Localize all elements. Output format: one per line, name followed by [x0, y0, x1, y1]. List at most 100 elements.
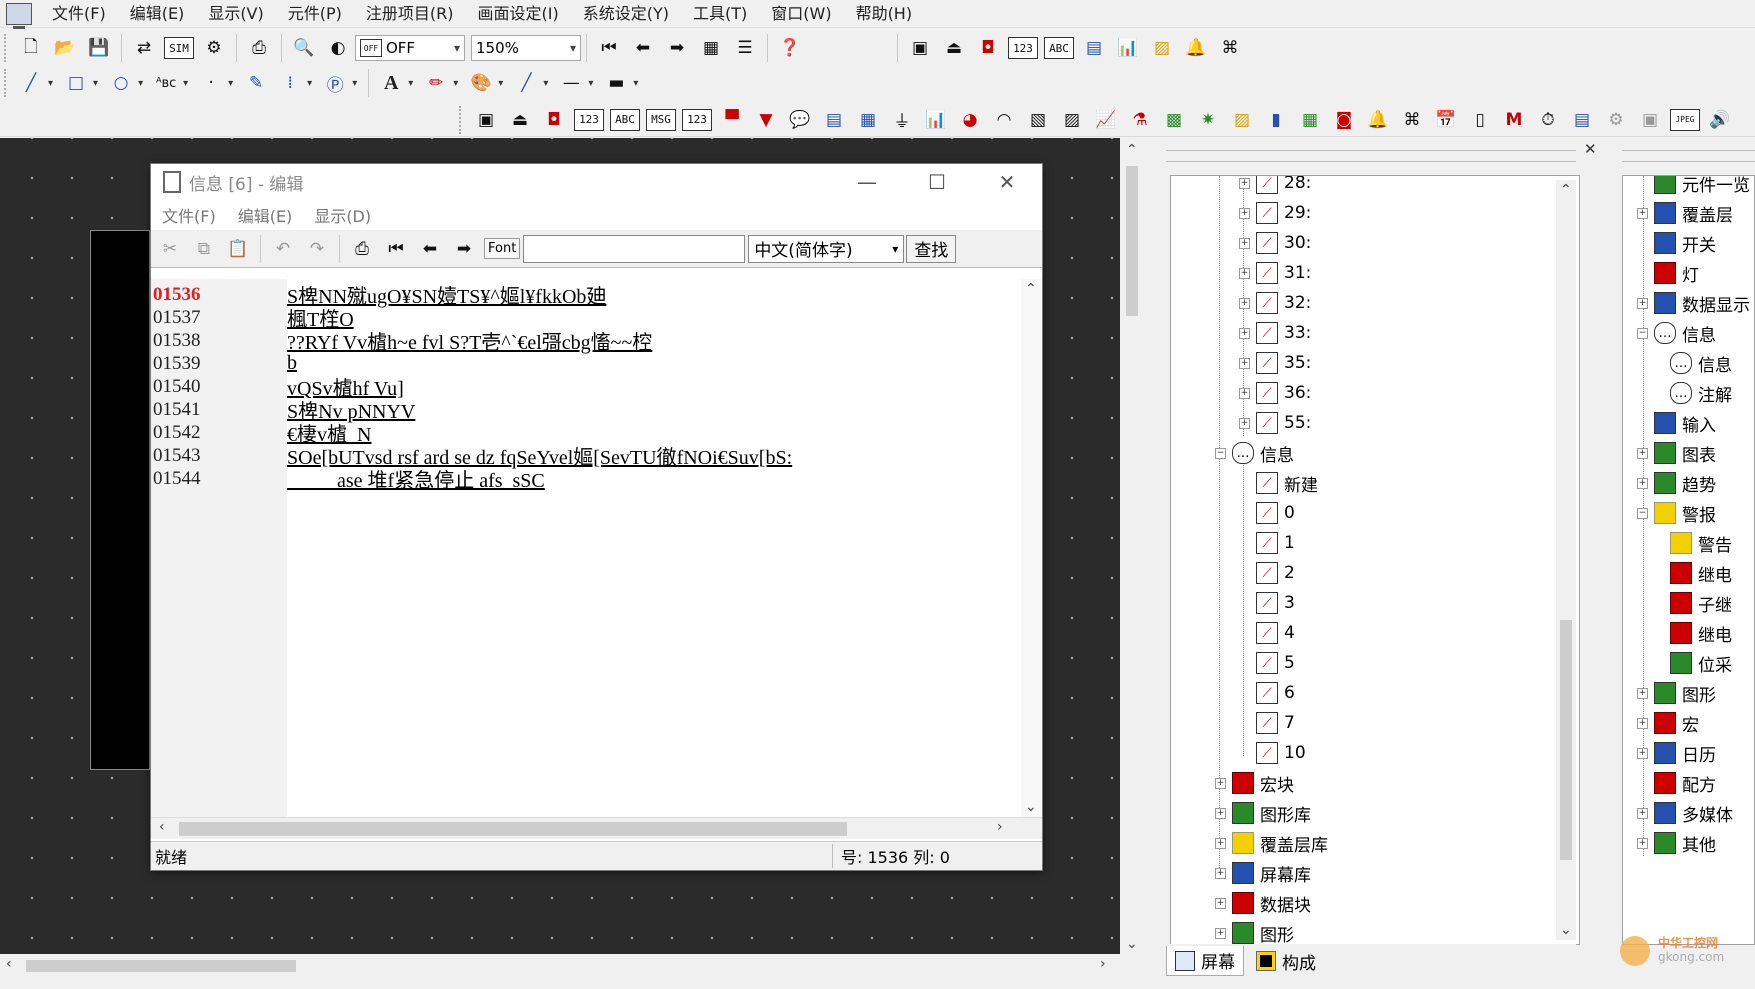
tree-item[interactable]: + 图形	[1215, 920, 1294, 944]
component-item[interactable]: 输入	[1637, 410, 1716, 436]
switch-icon[interactable]: ⏏	[940, 34, 968, 62]
expand-icon[interactable]: +	[1239, 297, 1250, 309]
editor-menu-file[interactable]: 文件(F)	[151, 203, 227, 227]
expand-icon[interactable]: +	[1239, 387, 1250, 399]
paste-icon[interactable]: 📋	[224, 235, 252, 263]
scroll-up-icon[interactable]: ⌃	[1126, 142, 1138, 158]
animation-icon[interactable]: ✷	[1194, 106, 1222, 134]
expand-icon[interactable]: +	[1215, 837, 1226, 849]
switch-icon[interactable]: ⏏	[506, 106, 534, 134]
screen-detail-icon[interactable]: ☰	[731, 34, 759, 62]
ascii-input-icon[interactable]: ▦	[854, 106, 882, 134]
expand-icon[interactable]: +	[1215, 807, 1226, 819]
scroll-left-icon[interactable]: ‹	[6, 956, 12, 972]
component-item[interactable]: 警告	[1653, 530, 1732, 556]
offline-sim-icon[interactable]: ⚙	[200, 34, 228, 62]
menu-edit[interactable]: 编辑(E)	[118, 0, 197, 28]
cross-reference-icon[interactable]: ◐	[324, 34, 352, 62]
numeric-display-icon[interactable]: 123	[574, 108, 604, 131]
overlay-icon[interactable]: ▣	[906, 34, 934, 62]
lamp-icon[interactable]: ◘	[974, 34, 1002, 62]
component-item[interactable]: … 注解	[1653, 380, 1732, 406]
menu-help[interactable]: 帮助(H)	[844, 0, 925, 28]
find-button[interactable]: 查找	[906, 234, 957, 263]
timer-icon[interactable]: ⏱	[1534, 106, 1562, 134]
network-icon[interactable]: ⚙	[1602, 106, 1630, 134]
collapse-icon[interactable]: −	[1637, 327, 1648, 339]
scroll-down-icon[interactable]: ⌄	[1126, 936, 1138, 952]
circle-tool-icon[interactable]: ○	[107, 69, 135, 97]
expand-icon[interactable]: +	[1215, 867, 1226, 879]
macro-icon[interactable]: M	[1500, 106, 1528, 134]
find-input[interactable]	[523, 234, 746, 263]
message-row[interactable]: 01543 SOe[bUTvsd rsf ard se dz fqSeYvel嫗…	[153, 443, 792, 470]
calculator-icon[interactable]: ▤	[1080, 34, 1108, 62]
document-icon[interactable]: ▯	[1466, 106, 1494, 134]
dot-tool-icon[interactable]: ·	[197, 69, 225, 97]
flask-icon[interactable]: ⚗	[1126, 106, 1154, 134]
rectangle-tool-icon[interactable]: □	[62, 69, 90, 97]
tree-item[interactable]: ⟋ 1	[1239, 530, 1295, 556]
scroll-thumb[interactable]	[1560, 620, 1572, 860]
tree-item[interactable]: + ⟋ 35:	[1239, 350, 1311, 376]
menu-view[interactable]: 显示(V)	[196, 0, 275, 28]
sub-alarm-icon[interactable]: ▼	[752, 106, 780, 134]
zoom-select[interactable]: 150% ▾	[471, 35, 581, 61]
scatter-icon[interactable]: ▨	[1228, 106, 1256, 134]
expand-icon[interactable]: +	[1637, 207, 1648, 219]
expand-icon[interactable]: +	[1637, 807, 1648, 819]
scale-tool-icon[interactable]: ⁞	[276, 69, 304, 97]
component-item[interactable]: − 警报	[1637, 500, 1716, 526]
comment-icon[interactable]: 💬	[786, 106, 814, 134]
find-icon[interactable]: 🔍	[290, 34, 318, 62]
tree-item[interactable]: + 覆盖层库	[1215, 830, 1328, 856]
scroll-right-icon[interactable]: ›	[997, 819, 1003, 835]
components-panel-header[interactable]	[1622, 150, 1755, 162]
overlay-icon[interactable]: ▣	[472, 106, 500, 134]
collapse-icon[interactable]: −	[1637, 507, 1648, 519]
tree-item[interactable]: ⟋ 6	[1239, 680, 1295, 706]
component-item[interactable]: + 趋势	[1637, 470, 1716, 496]
meter-icon[interactable]: ◠	[990, 106, 1018, 134]
component-item[interactable]: 继电	[1653, 560, 1732, 586]
line-width-icon[interactable]: —	[557, 69, 585, 97]
print-icon[interactable]: ⎙	[245, 34, 273, 62]
message-row[interactable]: 01542 €棲v樝_N	[153, 420, 371, 447]
jpeg-icon[interactable]: JPEG	[1670, 108, 1700, 131]
scroll-thumb[interactable]	[179, 822, 847, 836]
numeric-input-icon[interactable]: 123	[682, 108, 712, 131]
picture-icon[interactable]: ▩	[1160, 106, 1188, 134]
recipe-icon[interactable]: ⌘	[1398, 106, 1426, 134]
minimize-icon[interactable]: —	[832, 170, 902, 194]
copy-icon[interactable]: ⧉	[190, 235, 218, 263]
component-item[interactable]: 配方	[1637, 770, 1716, 796]
paint-tool-icon[interactable]: ✎	[242, 69, 270, 97]
expand-icon[interactable]: +	[1637, 447, 1648, 459]
ascii-display-icon[interactable]: ABC	[610, 108, 640, 131]
transfer-icon[interactable]: ⇄	[130, 34, 158, 62]
tree-item[interactable]: −… 信息	[1215, 440, 1294, 466]
tree-item[interactable]: + ⟋ 33:	[1239, 320, 1311, 346]
scroll-left-icon[interactable]: ‹	[159, 819, 165, 835]
tree-vertical-scrollbar[interactable]: ⌃ ⌄	[1556, 180, 1576, 940]
component-item[interactable]: + 日历	[1637, 740, 1716, 766]
video-icon[interactable]: ▣	[1636, 106, 1664, 134]
component-item[interactable]: 继电	[1653, 620, 1732, 646]
tab-structure[interactable]: 构成	[1248, 946, 1324, 976]
component-item[interactable]: −… 信息	[1637, 320, 1716, 346]
component-item[interactable]: + 覆盖层	[1637, 200, 1733, 226]
menu-screen-settings[interactable]: 画面设定(I)	[466, 0, 571, 28]
tree-item[interactable]: ⟋ 10	[1239, 740, 1306, 766]
alarm-relay-icon[interactable]: ◙	[1330, 106, 1358, 134]
expand-icon[interactable]: +	[1215, 897, 1226, 909]
expand-icon[interactable]: +	[1637, 477, 1648, 489]
message-display-icon[interactable]: MSG	[646, 108, 676, 131]
fill-pattern-icon[interactable]: ▬	[602, 69, 630, 97]
scroll-right-icon[interactable]: ›	[1100, 956, 1106, 972]
sound-icon[interactable]: 🔊	[1706, 106, 1734, 134]
component-item[interactable]: … 信息	[1653, 350, 1732, 376]
line-text[interactable]: ??RYf Vv樝h~e fvl S?T壱^`€el彁cbg慉~~椌	[287, 326, 753, 355]
editor-menu-edit[interactable]: 编辑(E)	[227, 203, 304, 227]
editor-menu-display[interactable]: 显示(D)	[303, 203, 382, 227]
device-icon[interactable]: ▦	[1296, 106, 1324, 134]
